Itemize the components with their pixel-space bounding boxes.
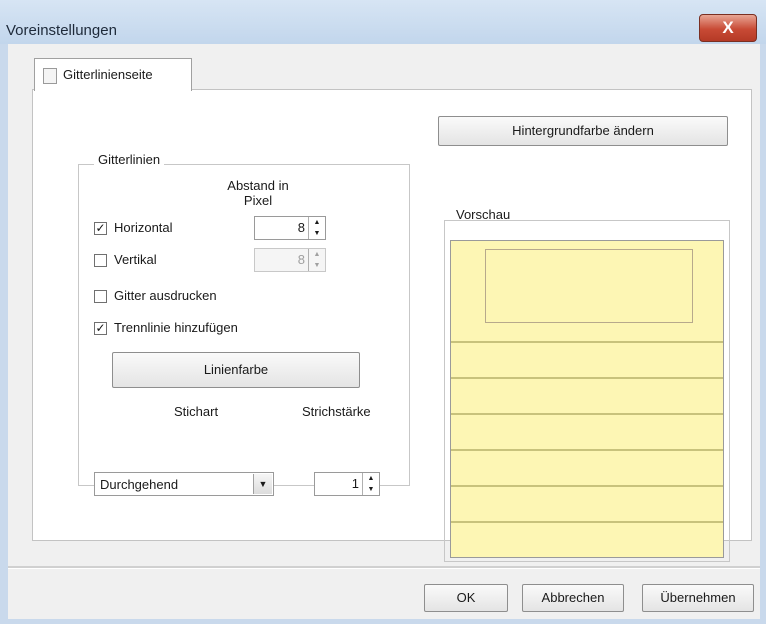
horizontal-spacing-spinner[interactable]: 8 ▲ ▼: [254, 216, 326, 240]
chevron-down-icon[interactable]: ▼: [253, 474, 272, 494]
spacing-header: Abstand in Pixel: [227, 178, 289, 208]
page-icon: [43, 68, 57, 84]
pen-type-value: Durchgehend: [100, 477, 179, 492]
apply-button[interactable]: Übernehmen: [642, 584, 754, 612]
pen-width-label: Strichstärke: [302, 404, 371, 419]
spinner-arrows-icon[interactable]: ▲ ▼: [362, 473, 379, 495]
preview-gridline: [451, 485, 723, 487]
footer-separator: [8, 566, 760, 569]
window-title: Voreinstellungen: [6, 22, 117, 39]
cancel-button[interactable]: Abbrechen: [522, 584, 624, 612]
spinner-arrows-icon[interactable]: ▲ ▼: [308, 249, 325, 271]
tab-gridlines[interactable]: Gitterlinienseite: [34, 58, 192, 91]
pen-width-value: 1: [351, 476, 359, 491]
pen-type-select[interactable]: Durchgehend ▼: [94, 472, 274, 496]
gridlines-group-title: Gitterlinien: [94, 152, 165, 167]
horizontal-spacing-value: 8: [297, 220, 305, 235]
horizontal-label: Horizontal: [114, 220, 173, 235]
show-gridlines-label: Trennlinie hinzufügen: [114, 320, 238, 335]
show-gridlines-checkbox[interactable]: ✓: [94, 322, 107, 335]
preview-canvas: [450, 240, 724, 558]
dialog-client-area: Gitterlinienseite Gitterlinien Abstand i…: [8, 44, 760, 619]
ok-button[interactable]: OK: [424, 584, 508, 612]
title-bar[interactable]: Voreinstellungen X: [0, 0, 766, 44]
preview-gridline: [451, 341, 723, 343]
dialog-window: Voreinstellungen X Gitterlinienseite Git…: [0, 0, 766, 624]
preview-gridline: [451, 413, 723, 415]
horizontal-checkbox[interactable]: ✓: [94, 222, 107, 235]
vertical-checkbox[interactable]: [94, 254, 107, 267]
pen-width-spinner[interactable]: 1 ▲ ▼: [314, 472, 380, 496]
preview-gridline: [451, 521, 723, 523]
close-button[interactable]: X: [699, 14, 757, 42]
spinner-arrows-icon[interactable]: ▲ ▼: [308, 217, 325, 239]
print-grid-checkbox[interactable]: [94, 290, 107, 303]
tab-label: Gitterlinienseite: [63, 67, 153, 82]
vertical-label: Vertikal: [114, 252, 157, 267]
vertical-spacing-value: 8: [297, 252, 305, 267]
line-color-button[interactable]: Linienfarbe: [112, 352, 360, 388]
preview-title: Vorschau: [456, 207, 511, 222]
preview-gridline: [451, 377, 723, 379]
background-color-button[interactable]: Hintergrundfarbe ändern: [438, 116, 728, 146]
pen-type-label: Stichart: [174, 404, 219, 419]
preview-header-frame: [485, 249, 693, 323]
vertical-spacing-spinner[interactable]: 8 ▲ ▼: [254, 248, 326, 272]
preview-gridline: [451, 449, 723, 451]
print-grid-label: Gitter ausdrucken: [114, 288, 217, 303]
